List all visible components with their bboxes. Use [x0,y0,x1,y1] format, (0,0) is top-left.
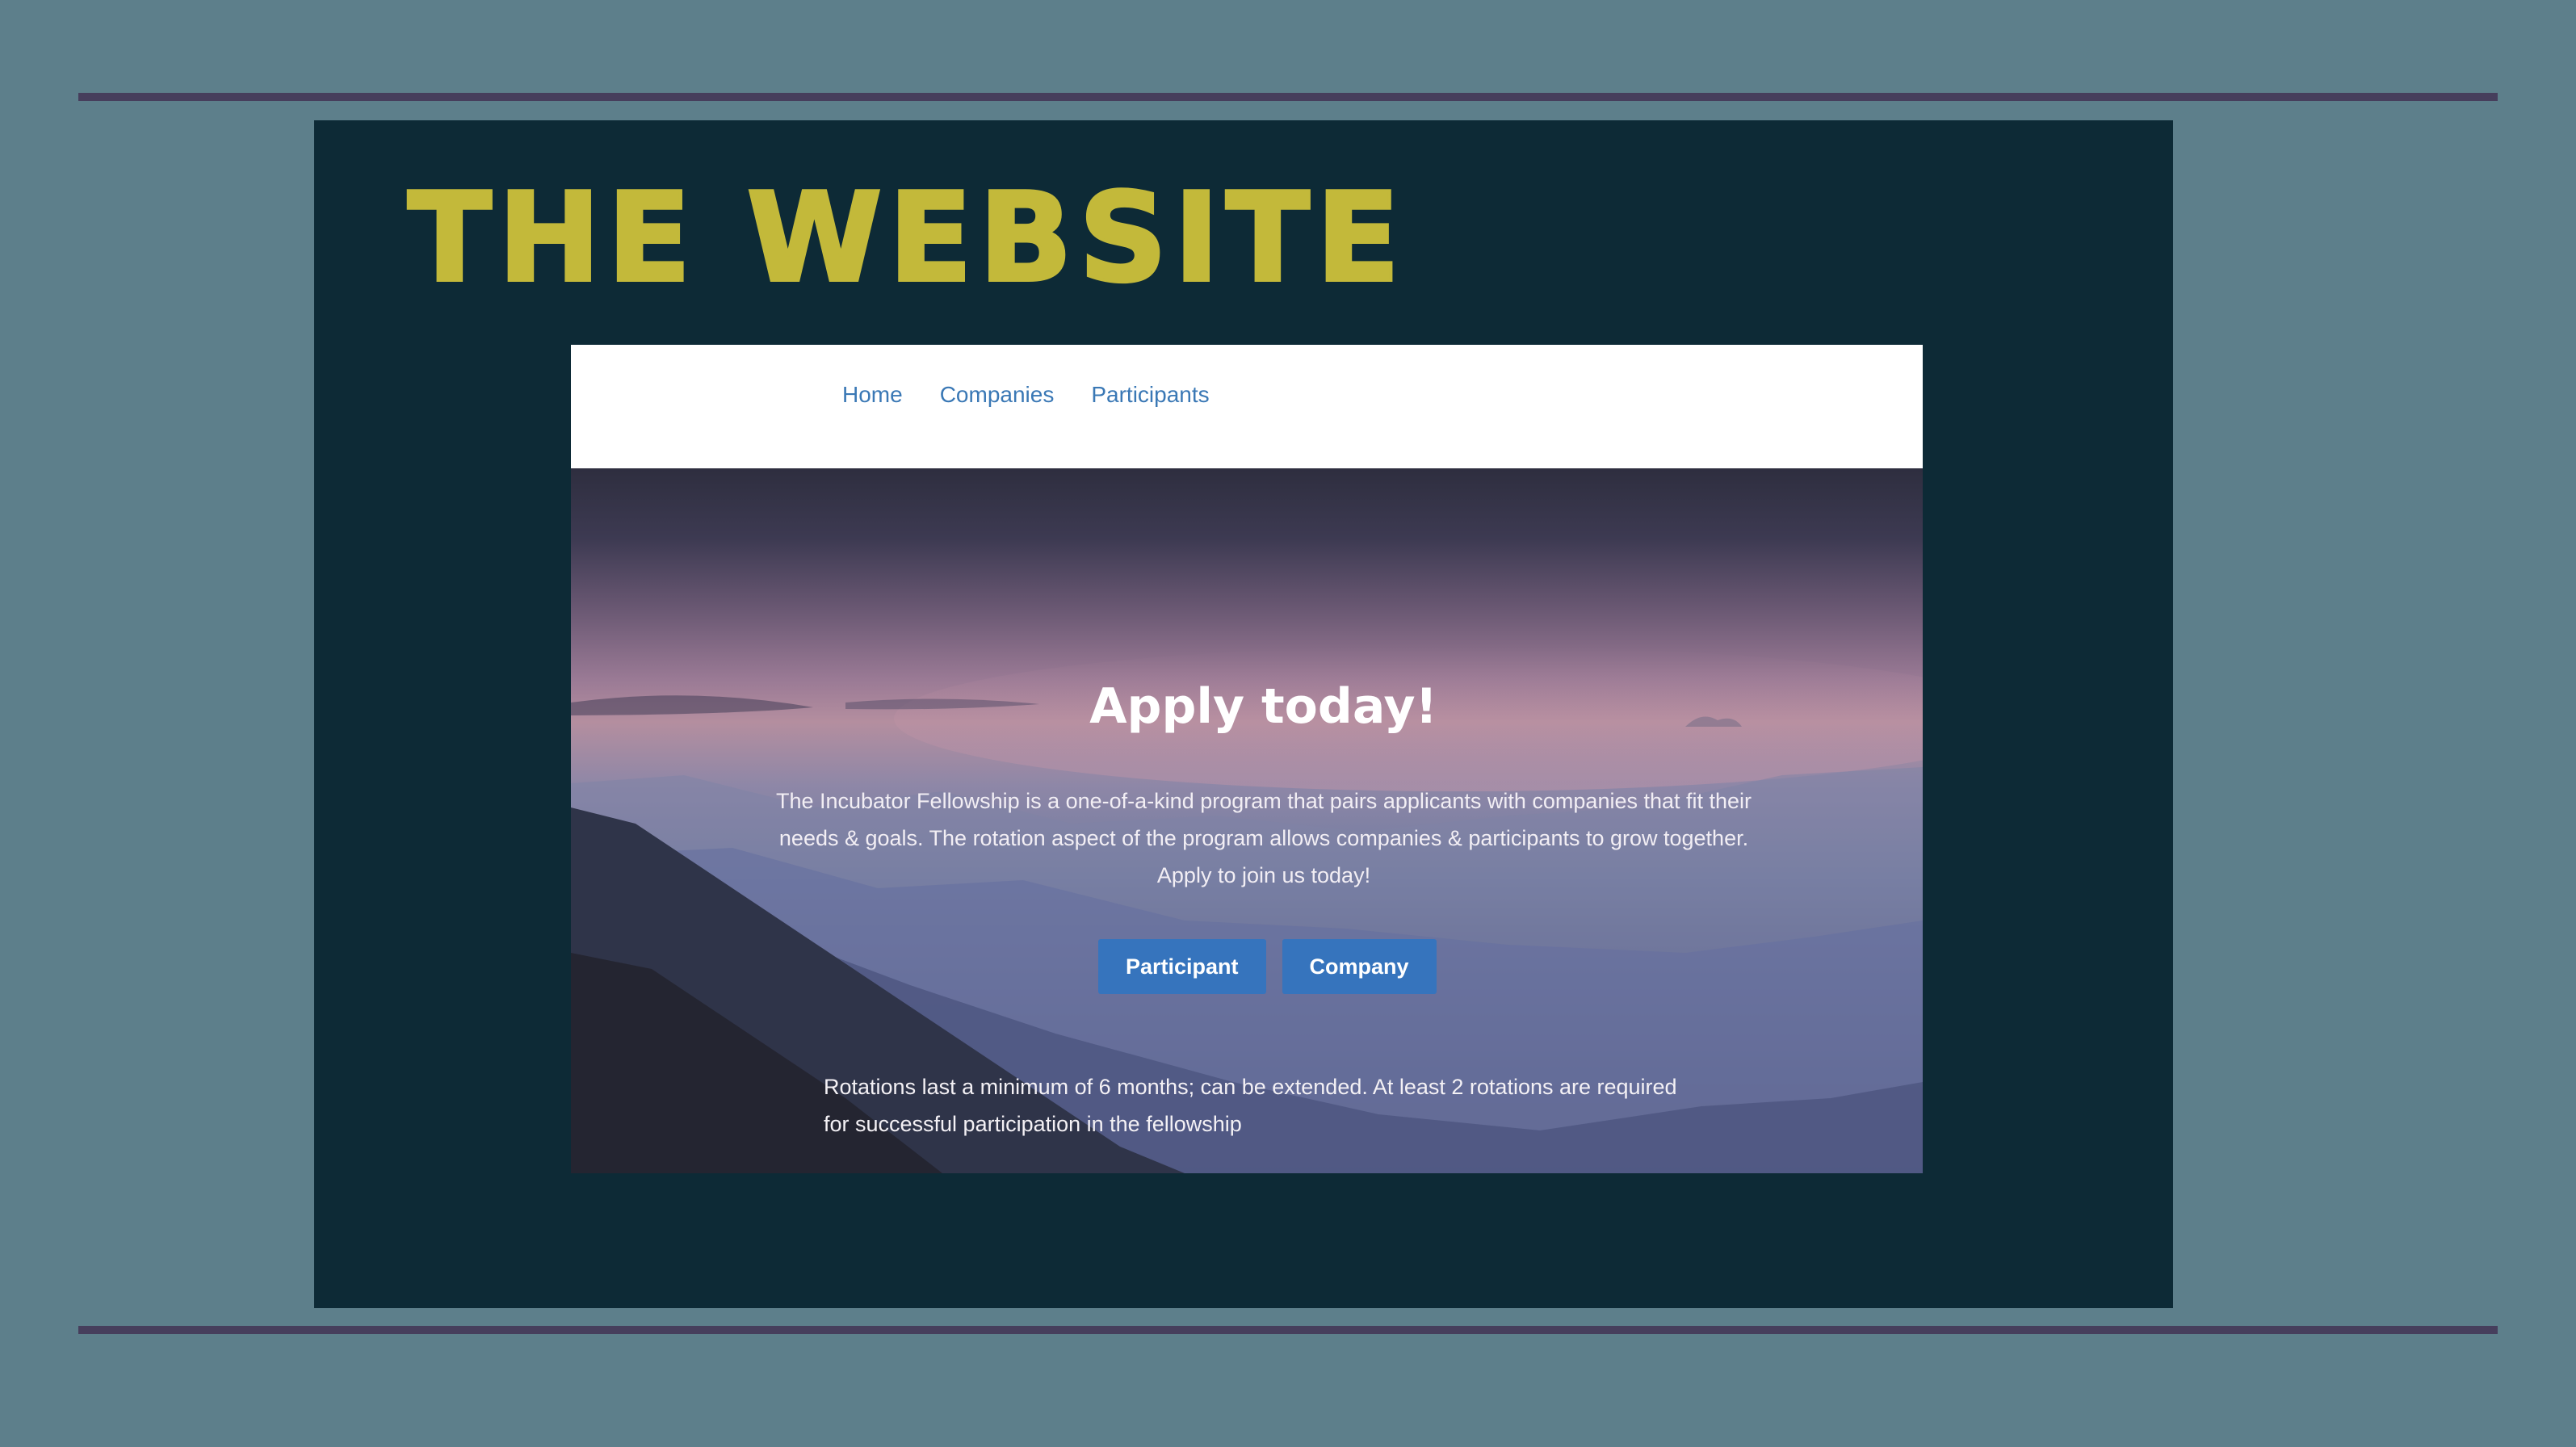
hero-content: Apply today! The Incubator Fellowship is… [571,468,1923,1173]
top-divider [78,93,2498,101]
bottom-divider [78,1326,2498,1334]
nav-link-participants[interactable]: Participants [1091,382,1209,408]
slide-panel: THE WEBSITE Home Companies Participants [314,120,2173,1308]
website-preview: Home Companies Participants Apply today!… [571,345,1923,1173]
nav-link-companies[interactable]: Companies [940,382,1055,408]
rotation-note: Rotations last a minimum of 6 months; ca… [824,1075,1677,1136]
hero-description: The Incubator Fellowship is a one-of-a-k… [775,789,1752,887]
participant-button[interactable]: Participant [1098,939,1266,994]
apply-buttons: Participant Company [1098,939,1437,994]
hero-section: Apply today! The Incubator Fellowship is… [571,468,1923,1173]
nav-links: Home Companies Participants [842,382,1210,408]
nav-link-home[interactable]: Home [842,382,903,408]
site-title: THE WEBSITE [406,166,1407,309]
navbar: Home Companies Participants [571,345,1923,468]
company-button[interactable]: Company [1282,939,1437,994]
hero-heading: Apply today! [1089,678,1437,735]
